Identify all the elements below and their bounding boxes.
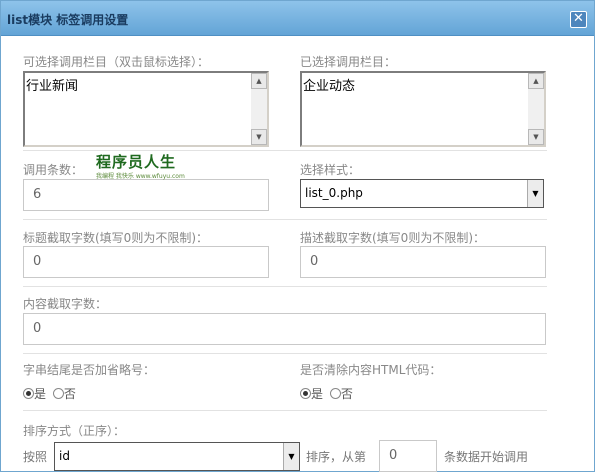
close-button[interactable]: ✕ — [570, 11, 587, 28]
title-chars-label: 标题截取字数(填写0则为不限制)： — [23, 231, 208, 245]
dialog-title: list模块 标签调用设置 — [7, 13, 129, 27]
order-from-label: 排序，从第 — [306, 450, 367, 464]
strip-html-no-radio[interactable] — [329, 388, 341, 399]
order-field-select[interactable]: id ▼ — [54, 442, 300, 471]
count-input[interactable]: 6 — [23, 179, 269, 211]
list-item[interactable]: 企业动态 — [303, 75, 355, 94]
divider — [23, 286, 547, 287]
strip-html-no-label: 否 — [340, 387, 353, 401]
start-row-input[interactable]: 0 — [379, 440, 437, 472]
scroll-down-icon[interactable]: ▼ — [528, 129, 544, 145]
scroll-down-icon[interactable]: ▼ — [251, 129, 267, 145]
ellipsis-radio-group: 是 否 — [23, 385, 76, 402]
watermark-subtext: 我编程 我快乐 www.wfuyu.com — [96, 173, 185, 180]
chevron-down-icon[interactable]: ▼ — [283, 443, 299, 470]
start-row-value: 0 — [389, 448, 398, 463]
watermark-logo: 程序员人生 我编程 我快乐 www.wfuyu.com — [96, 151, 185, 180]
scroll-up-icon[interactable]: ▲ — [528, 73, 544, 89]
desc-chars-value: 0 — [310, 254, 319, 269]
order-by-label: 按照 — [23, 450, 48, 464]
strip-html-radio-group: 是 否 — [300, 385, 353, 402]
strip-html-yes-label: 是 — [311, 387, 324, 401]
divider — [23, 410, 547, 411]
order-field-value: id — [59, 449, 70, 463]
desc-chars-label: 描述截取字数(填写0则为不限制)： — [300, 231, 485, 245]
style-value: list_0.php — [305, 186, 363, 200]
style-label: 选择样式： — [300, 163, 361, 177]
desc-chars-input[interactable]: 0 — [300, 246, 546, 278]
title-chars-value: 0 — [33, 254, 42, 269]
chevron-down-icon[interactable]: ▼ — [527, 180, 543, 207]
available-columns-list[interactable]: 行业新闻 ▲ ▼ — [23, 71, 269, 147]
list-item[interactable]: 行业新闻 — [26, 75, 78, 94]
strip-html-yes-radio[interactable] — [300, 388, 311, 399]
available-columns-label: 可选择调用栏目（双击鼠标选择）： — [23, 55, 210, 69]
ellipsis-no-label: 否 — [63, 387, 76, 401]
title-chars-input[interactable]: 0 — [23, 246, 269, 278]
content-chars-input[interactable]: 0 — [23, 313, 546, 345]
content-chars-label: 内容截取字数： — [23, 297, 108, 311]
ellipsis-yes-label: 是 — [34, 387, 47, 401]
order-suffix-label: 条数据开始调用 — [444, 450, 529, 464]
scroll-up-icon[interactable]: ▲ — [251, 73, 267, 89]
selected-columns-label: 已选择调用栏目： — [300, 55, 397, 69]
order-label: 排序方式（正序）： — [23, 424, 126, 438]
close-icon: ✕ — [573, 11, 584, 26]
strip-html-label: 是否清除内容HTML代码： — [300, 363, 442, 377]
ellipsis-yes-radio[interactable] — [23, 388, 34, 399]
style-select[interactable]: list_0.php ▼ — [300, 179, 544, 208]
count-label: 调用条数： — [23, 163, 84, 177]
content-chars-value: 0 — [33, 321, 42, 336]
divider — [23, 219, 547, 220]
divider — [23, 353, 547, 354]
scrollbar[interactable]: ▲ ▼ — [251, 73, 267, 145]
selected-columns-list[interactable]: 企业动态 ▲ ▼ — [300, 71, 546, 147]
count-value: 6 — [33, 187, 42, 202]
ellipsis-label: 字串结尾是否加省略号： — [23, 363, 156, 377]
watermark-text: 程序员人生 — [96, 153, 177, 171]
scrollbar[interactable]: ▲ ▼ — [528, 73, 544, 145]
ellipsis-no-radio[interactable] — [52, 388, 64, 399]
dialog-titlebar: list模块 标签调用设置 ✕ — [1, 1, 594, 36]
tag-settings-dialog: list模块 标签调用设置 ✕ 可选择调用栏目（双击鼠标选择）： 行业新闻 ▲ … — [0, 0, 595, 472]
